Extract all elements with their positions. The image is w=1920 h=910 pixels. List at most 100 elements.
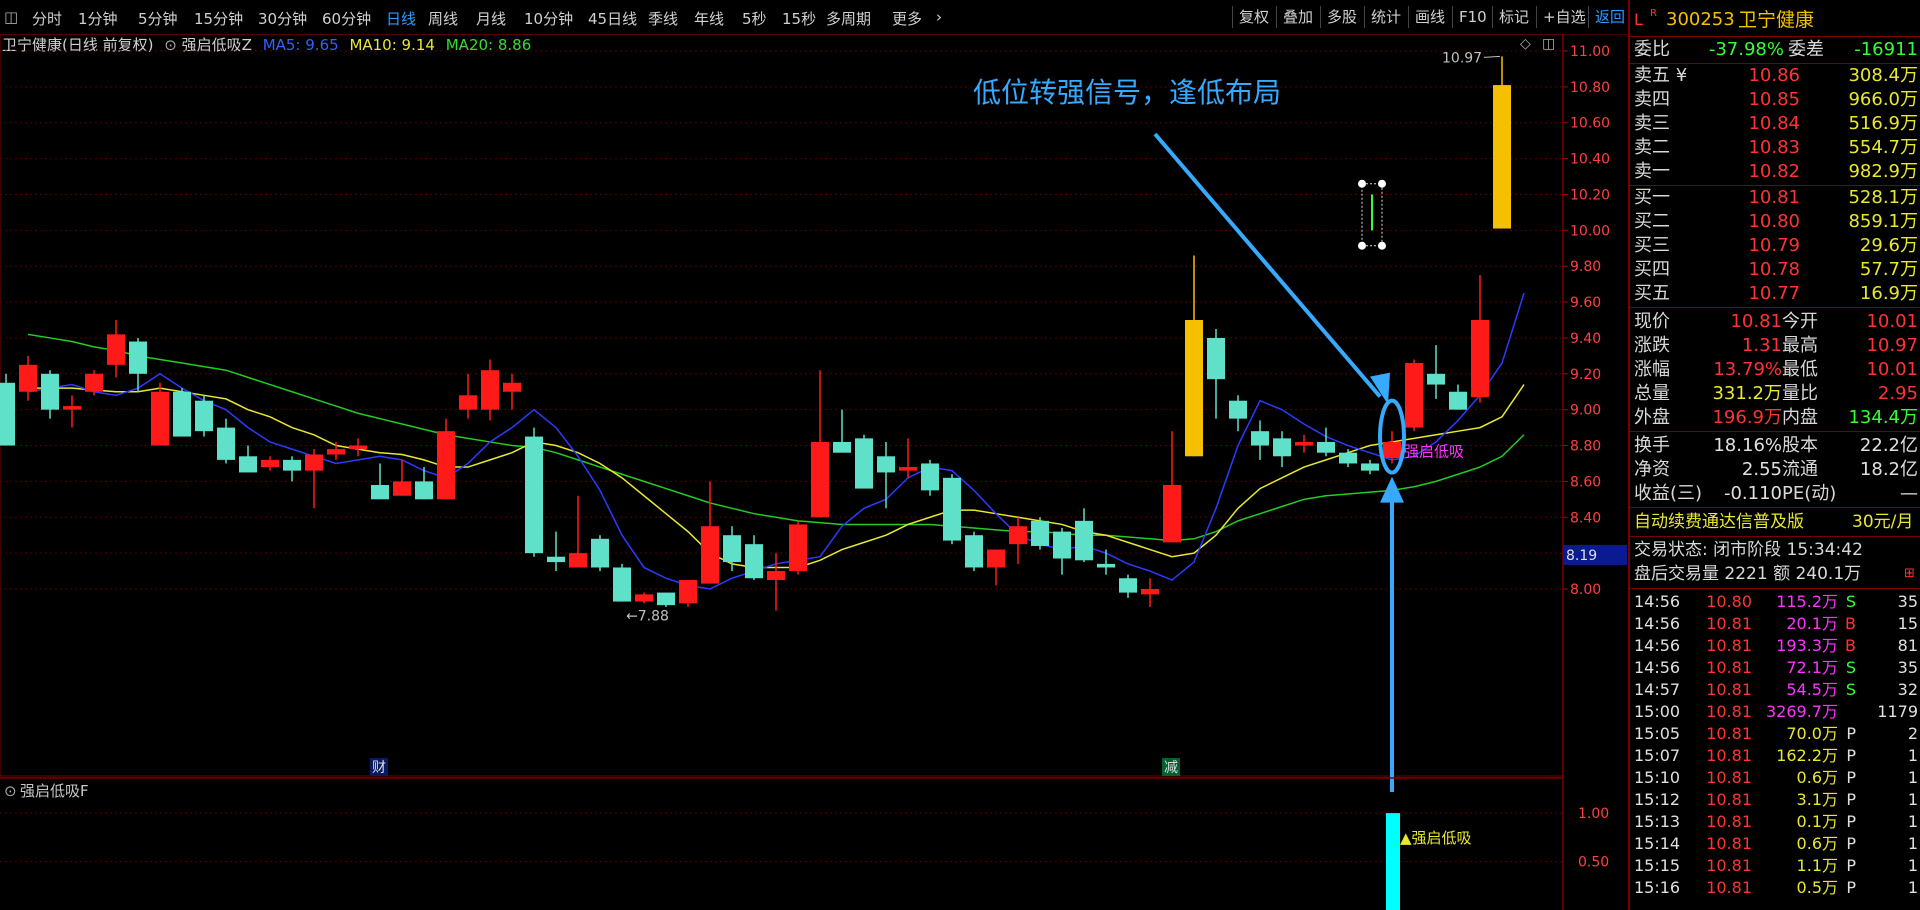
candle-body [811,441,829,518]
separator [1630,536,1920,537]
candle-body [591,538,609,568]
diamond-icon[interactable]: ◇ [1520,36,1531,52]
bid-row[interactable]: 买一 10.81 528.1万 [1630,186,1920,210]
period-tab[interactable]: 月线 [476,8,506,29]
candle-body [745,544,763,579]
candle [217,418,235,464]
candle [613,563,631,602]
candle [701,481,719,584]
candle-body [1449,391,1467,410]
candle-body [1031,520,1049,546]
candle [239,445,257,473]
candle-body [1273,438,1291,457]
bid-row[interactable]: 买三 10.79 29.6万 [1630,234,1920,258]
bid-row[interactable]: 买四 10.78 57.7万 [1630,258,1920,282]
period-tab[interactable]: 分时 [32,8,62,29]
y-tick-label: 9.60 [1570,295,1601,311]
selection-handle[interactable] [1358,179,1366,188]
candle-body [239,456,257,473]
period-tab[interactable]: 45日线 [588,8,637,29]
period-tab[interactable]: 周线 [428,8,458,29]
candle-body [459,395,477,410]
selection-handle[interactable] [1358,241,1366,250]
candle-body [283,459,301,471]
tick-row: 15:13 10.81 0.1万 P 1 [1634,812,1918,831]
period-tab[interactable]: 15分钟 [194,8,243,29]
candle-body [525,436,543,554]
candle [635,592,653,604]
candle-body [151,391,169,446]
toolbar-button[interactable]: 画线 [1408,6,1451,28]
promo-banner[interactable]: 自动续费通达信普及版 30元/月 [1630,510,1920,534]
toolbar-button[interactable]: 标记 [1492,6,1535,28]
period-tab[interactable]: 15秒 [782,8,816,29]
menu-icon[interactable]: ◫ [4,8,18,26]
candle-body [1229,400,1247,419]
y-tick-label: 8.80 [1570,439,1601,455]
period-tab[interactable]: 季线 [648,8,678,29]
cai-badge[interactable]: 财 [370,758,388,776]
chevron-right-icon[interactable]: › [936,8,942,26]
period-tab[interactable]: 多周期 [826,8,871,29]
period-tab[interactable]: 更多 [892,8,922,29]
candle [283,456,301,482]
toolbar-button[interactable]: 叠加 [1276,6,1319,28]
candle [1097,549,1115,575]
candle [1163,431,1181,543]
bid-row[interactable]: 买五 10.77 16.9万 [1630,282,1920,306]
candle-body [41,373,59,410]
bid-row[interactable]: 买二 10.80 859.1万 [1630,210,1920,234]
candle [41,370,59,419]
candle-body [1251,431,1269,446]
period-tab[interactable]: 60分钟 [322,8,371,29]
candle-body [327,449,345,455]
toolbar-button[interactable]: F10 [1452,6,1493,28]
period-tab[interactable]: 1分钟 [78,8,118,29]
candle [745,535,763,581]
period-tab[interactable]: 10分钟 [524,8,573,29]
candle-body [371,484,389,500]
candle-body [679,580,697,604]
ask-row[interactable]: 卖三 10.84 516.9万 [1630,112,1920,136]
ask-row[interactable]: 卖一 10.82 982.9万 [1630,160,1920,184]
panel-toggle-icon[interactable]: ◫ [1542,36,1555,52]
toolbar-button[interactable]: 统计 [1364,6,1407,28]
selection-handle[interactable] [1378,179,1386,188]
ask-row[interactable]: 卖四 10.85 966.0万 [1630,88,1920,112]
toolbar-button[interactable]: 多股 [1320,6,1363,28]
candle [877,441,895,509]
sub-pane-title-icon[interactable]: ⊙ [4,782,17,800]
period-tab[interactable]: 日线 [386,8,416,29]
candle-body [1141,589,1159,595]
toolbar-button[interactable]: +自选 [1536,6,1592,28]
candle-body [393,481,411,496]
candle-body [569,553,587,568]
ask-row[interactable]: 卖五 ¥10.86 308.4万 [1630,64,1920,88]
tick-row: 14:57 10.81 54.5万 S 32 [1634,680,1918,699]
period-tab[interactable]: 5秒 [742,8,767,29]
candle-body [701,526,719,584]
expand-icon[interactable]: ⊞ [1904,562,1915,586]
candle-body [1163,484,1181,543]
candle [767,553,785,611]
sub-y-tick-label: 1.00 [1578,806,1609,822]
candle [393,459,411,496]
stock-header: L R 300253 卫宁健康 [1630,8,1920,36]
candle [1471,275,1489,403]
svg-text:财: 财 [372,760,386,776]
kline-chart[interactable]: 11.00 10.80 10.60 10.40 10.20 10.00 9.80 9.60 9.… [0,34,1628,910]
main-pane-border [0,34,1564,777]
period-tab[interactable]: 30分钟 [258,8,307,29]
crosshair-price-badge: 8.19 [1563,544,1627,565]
ask-row[interactable]: 卖二 10.83 554.7万 [1630,136,1920,160]
separator [1630,36,1920,37]
candle-body [1053,531,1071,559]
toolbar-button[interactable]: 复权 [1232,6,1275,28]
period-tab[interactable]: 5分钟 [138,8,178,29]
jian-badge[interactable]: 减 [1162,758,1180,776]
toolbar-button[interactable]: 返回 [1588,6,1631,28]
candle-body [305,454,323,471]
selection-handle[interactable] [1378,241,1386,250]
period-tab[interactable]: 年线 [694,8,724,29]
tick-row: 15:07 10.81 162.2万 P 1 [1634,746,1918,765]
